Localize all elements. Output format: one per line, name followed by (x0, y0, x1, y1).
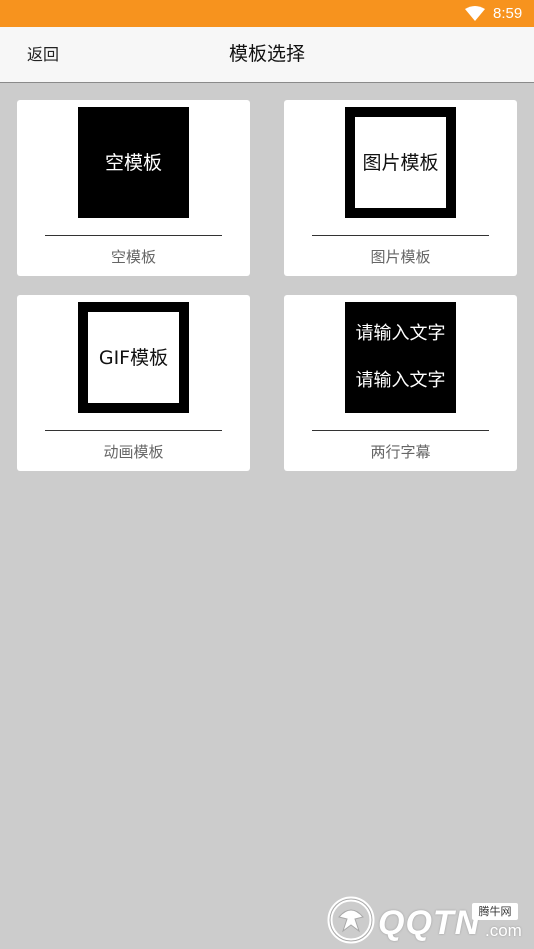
template-card-empty[interactable]: 空模板 空模板 (17, 100, 250, 276)
template-card-animation[interactable]: GIF模板 动画模板 (17, 295, 250, 471)
card-divider (312, 235, 489, 236)
template-label: 动画模板 (103, 443, 164, 461)
card-divider (45, 430, 222, 431)
thumbnail-text-line-1: 请输入文字 (355, 323, 446, 344)
watermark-suffix: .com (485, 921, 522, 940)
card-divider (312, 430, 489, 431)
thumbnail-text: GIF模板 (98, 346, 169, 369)
template-label: 图片模板 (370, 248, 431, 266)
template-card-two-line[interactable]: 请输入文字 请输入文字 两行字幕 (284, 295, 517, 471)
thumbnail-frame: GIF模板 (88, 312, 179, 403)
template-thumbnail[interactable]: GIF模板 (78, 302, 189, 413)
watermark-brand: QQTN (378, 904, 481, 942)
template-label: 两行字幕 (370, 443, 431, 461)
thumbnail-frame: 图片模板 (355, 117, 446, 208)
thumbnail-text: 图片模板 (362, 151, 439, 174)
template-thumbnail[interactable]: 空模板 (78, 107, 189, 218)
page-title: 模板选择 (228, 43, 305, 65)
wifi-icon (465, 6, 485, 21)
watermark-logo-icon (327, 896, 375, 944)
template-card-image[interactable]: 图片模板 图片模板 (284, 100, 517, 276)
thumbnail-text-line-2: 请输入文字 (355, 370, 446, 391)
template-thumbnail[interactable]: 图片模板 (345, 107, 456, 218)
status-bar: 8:59 (0, 0, 534, 27)
status-time: 8:59 (493, 5, 523, 22)
template-label: 空模板 (110, 248, 156, 266)
watermark: QQTN 腾牛网 .com (325, 893, 530, 947)
app-header: 返回 模板选择 (0, 27, 534, 83)
thumbnail-text: 空模板 (104, 151, 162, 174)
watermark-badge: 腾牛网 (472, 903, 518, 920)
template-thumbnail[interactable]: 请输入文字 请输入文字 (345, 302, 456, 413)
card-divider (45, 235, 222, 236)
